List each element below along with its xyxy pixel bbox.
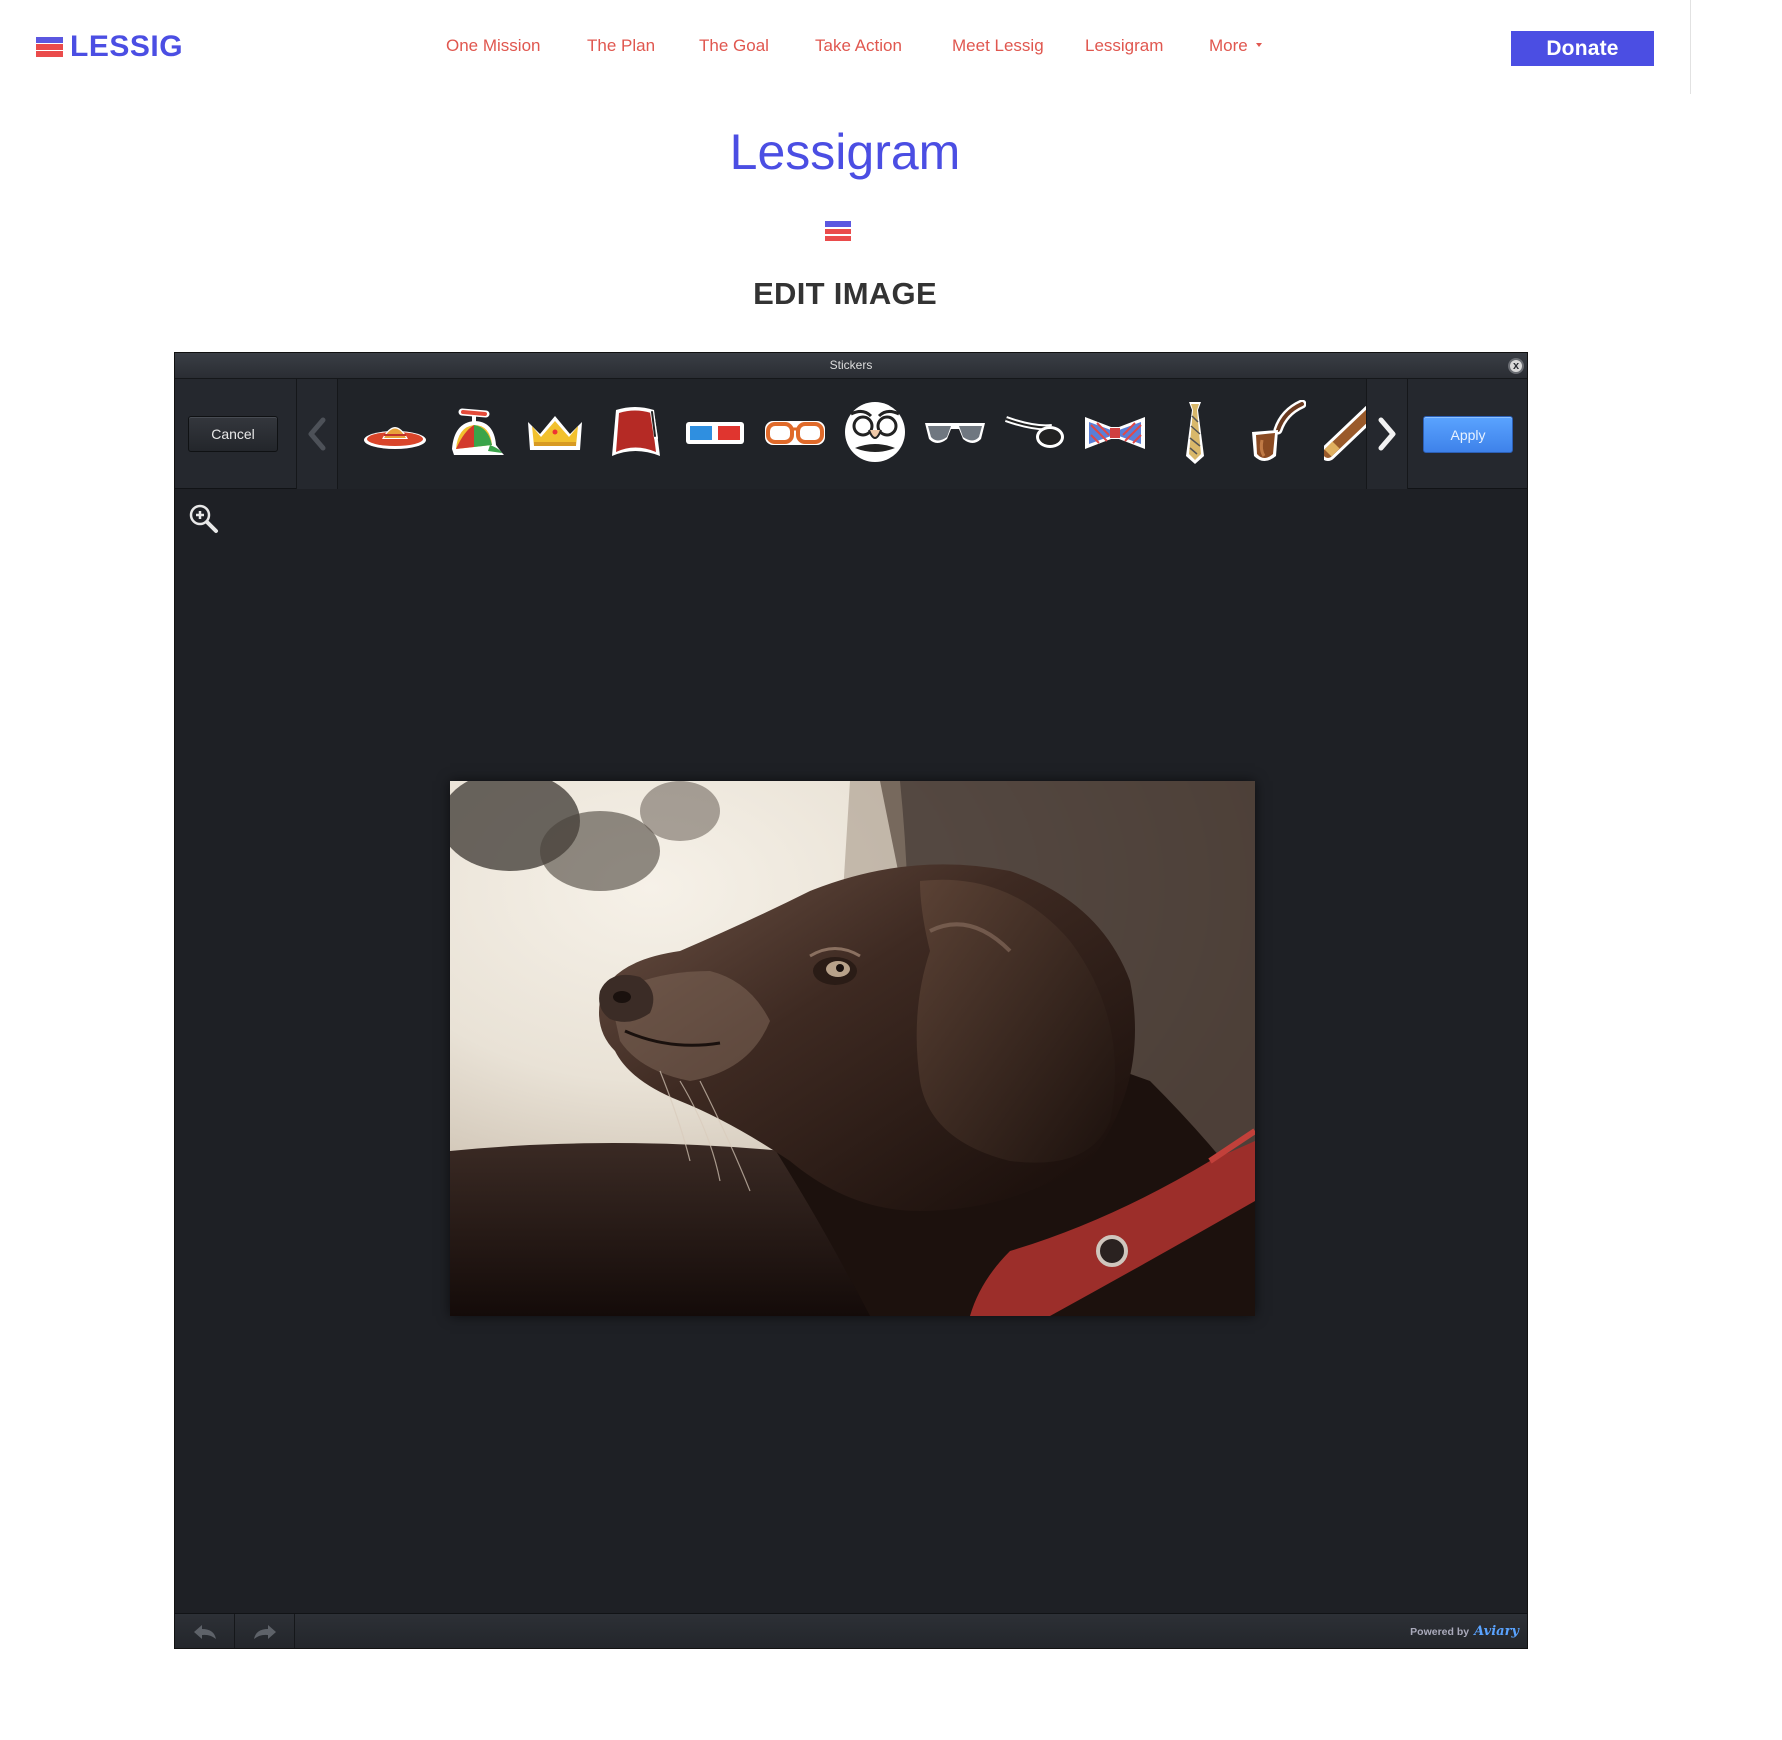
orange-glasses-icon[interactable] (762, 399, 828, 467)
nav-lessigram[interactable]: Lessigram (1085, 36, 1163, 56)
editor-canvas[interactable] (175, 490, 1527, 1614)
nav-more[interactable]: More (1209, 36, 1262, 56)
redo-icon (253, 1624, 276, 1639)
redo-button[interactable] (235, 1614, 295, 1648)
donate-button[interactable]: Donate (1511, 31, 1654, 66)
header-divider (1690, 0, 1691, 94)
panel-title: Stickers (829, 358, 873, 372)
section-title: EDIT IMAGE (753, 276, 937, 311)
powered-by: Powered by Aviary (1410, 1624, 1519, 1639)
chevron-right-icon (1378, 417, 1396, 451)
nav-take-action[interactable]: Take Action (815, 36, 902, 56)
crown-icon[interactable] (522, 399, 588, 467)
editor-titlebar: Stickers x (175, 353, 1527, 379)
cigar-icon[interactable] (1322, 399, 1366, 467)
eye-patch-icon[interactable] (1002, 399, 1068, 467)
site-header: LESSIG One Mission The Plan The Goal Tak… (0, 0, 1690, 94)
apply-button[interactable]: Apply (1423, 416, 1513, 453)
powered-by-label: Powered by (1410, 1625, 1470, 1638)
flag-icon (36, 37, 63, 57)
necktie-icon[interactable] (1162, 399, 1228, 467)
aviary-logo[interactable]: Aviary (1474, 1624, 1519, 1639)
3d-glasses-icon[interactable] (682, 399, 748, 467)
undo-button[interactable] (175, 1614, 235, 1648)
page-title: Lessigram (729, 124, 961, 180)
editor-footer: Powered by Aviary (175, 1613, 1527, 1648)
fez-icon[interactable] (602, 399, 668, 467)
close-icon[interactable]: x (1508, 358, 1524, 374)
nav-the-plan[interactable]: The Plan (587, 36, 655, 56)
sombrero-icon[interactable] (362, 399, 428, 467)
pipe-icon[interactable] (1242, 399, 1308, 467)
scroll-right-button[interactable] (1367, 379, 1407, 489)
nav-meet-lessig[interactable]: Meet Lessig (952, 36, 1044, 56)
aviator-sunglasses-icon[interactable] (922, 399, 988, 467)
toolbar-divider (1407, 379, 1408, 489)
sticker-toolbar: Cancel Apply (175, 379, 1527, 489)
scroll-left-button[interactable] (297, 379, 337, 489)
groucho-glasses-icon[interactable] (842, 399, 908, 467)
bow-tie-icon[interactable] (1082, 399, 1148, 467)
logo-text: LESSIG (70, 30, 184, 63)
site-logo[interactable]: LESSIG (36, 30, 183, 64)
sticker-strip (338, 379, 1366, 489)
nav-the-goal[interactable]: The Goal (699, 36, 769, 56)
page: LESSIG One Mission The Plan The Goal Tak… (0, 0, 1782, 1740)
nav-more-label: More (1209, 36, 1248, 55)
dog-photo (450, 781, 1255, 1316)
caret-down-icon (1255, 42, 1262, 47)
propeller-cap-icon[interactable] (442, 399, 508, 467)
image-editor: Stickers x Cancel Apply Powered by Aviar… (174, 352, 1528, 1649)
undo-icon (193, 1624, 216, 1639)
flag-icon (825, 221, 851, 241)
nav-one-mission[interactable]: One Mission (446, 36, 540, 56)
cancel-button[interactable]: Cancel (188, 416, 278, 452)
chevron-left-icon (308, 417, 326, 451)
zoom-in-icon[interactable] (187, 502, 219, 534)
